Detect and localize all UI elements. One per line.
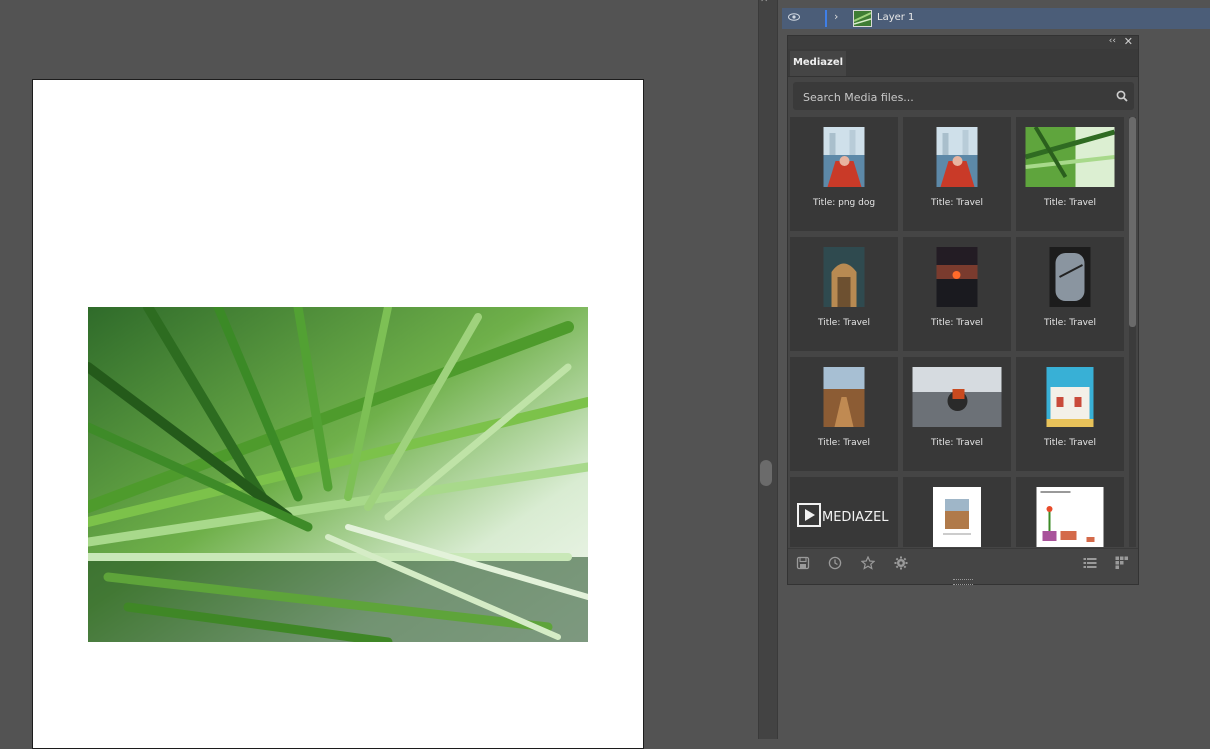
media-title: Title: Travel	[1044, 438, 1096, 448]
media-thumbnail	[1036, 487, 1104, 547]
chevron-right-icon[interactable]: ›	[834, 10, 838, 23]
divider-drag-handle[interactable]	[760, 460, 772, 486]
media-tile[interactable]: MEDIAZEL	[790, 477, 898, 547]
media-thumbnail	[933, 487, 981, 547]
media-title: Title: Travel	[931, 198, 983, 208]
media-thumbnail	[823, 367, 865, 427]
artboard[interactable]	[32, 79, 644, 749]
save-icon[interactable]	[796, 556, 810, 570]
media-title: Title: Travel	[931, 438, 983, 448]
media-tile[interactable]: Title: Travel	[903, 117, 1011, 231]
media-thumbnail	[823, 247, 865, 307]
search-icon[interactable]	[1116, 90, 1128, 102]
media-title: Title: png dog	[812, 198, 876, 208]
media-thumbnail	[1046, 367, 1094, 427]
document-canvas[interactable]	[0, 0, 758, 749]
media-tile[interactable]: Title: Travel	[903, 237, 1011, 351]
media-tile[interactable]: Title: Travel	[790, 357, 898, 471]
media-tile[interactable]: Title: Travel	[903, 357, 1011, 471]
grid-view-icon[interactable]	[1115, 556, 1129, 570]
panel-header: ‹‹ ✕	[788, 35, 1138, 49]
collapse-panel-icon[interactable]: ‹‹	[1109, 36, 1116, 46]
media-tile[interactable]: Title: Travel	[790, 237, 898, 351]
media-thumbnail	[936, 127, 978, 187]
palm-leaves-image	[88, 307, 588, 642]
layer-row[interactable]: › Layer 1	[782, 8, 1210, 29]
media-grid: Title: png dog Title: Travel Title: Trav…	[790, 117, 1128, 547]
media-thumbnail	[912, 367, 1002, 427]
media-tile[interactable]	[903, 477, 1011, 547]
placed-palm-image[interactable]	[88, 307, 588, 642]
close-panel-icon[interactable]: ✕	[1124, 35, 1133, 48]
star-icon[interactable]	[861, 556, 875, 570]
media-tile[interactable]	[1016, 477, 1124, 547]
layer-color-bar	[825, 10, 827, 27]
media-thumbnail	[823, 127, 865, 187]
close-icon[interactable]: ✕	[760, 0, 768, 5]
search-box[interactable]	[793, 82, 1134, 112]
media-tile[interactable]: Title: png dog	[790, 117, 898, 231]
tab-mediazel[interactable]: Mediazel	[790, 51, 846, 76]
media-title: Title: Travel	[1044, 318, 1096, 328]
media-tile[interactable]: Title: Travel	[1016, 357, 1124, 471]
panel-resize-grip[interactable]	[953, 579, 973, 585]
media-title: Title: Travel	[818, 438, 870, 448]
mediazel-panel: ‹‹ ✕ Mediazel Title: png dog Title: Trav…	[787, 35, 1139, 585]
panel-footer	[788, 548, 1138, 577]
mediazel-logo-text: MEDIAZEL	[822, 510, 889, 525]
media-tile[interactable]: Title: Travel	[1016, 117, 1124, 231]
media-thumbnail	[1025, 127, 1115, 187]
history-icon[interactable]	[828, 556, 842, 570]
media-thumbnail: MEDIAZEL	[796, 487, 892, 547]
gear-icon[interactable]	[894, 556, 908, 570]
search-input[interactable]	[793, 82, 1105, 112]
layer-thumbnail	[853, 10, 872, 27]
media-thumbnail	[1049, 247, 1091, 307]
layer-name: Layer 1	[877, 12, 915, 23]
panel-divider[interactable]	[758, 0, 778, 739]
media-title: Title: Travel	[931, 318, 983, 328]
panel-tabbar: Mediazel	[788, 49, 1138, 77]
list-view-icon[interactable]	[1083, 556, 1097, 570]
visibility-eye-icon[interactable]	[788, 13, 800, 21]
media-thumbnail	[936, 247, 978, 307]
grid-scrollbar[interactable]	[1129, 117, 1136, 547]
media-title: Title: Travel	[1044, 198, 1096, 208]
media-title: Title: Travel	[818, 318, 870, 328]
scrollbar-thumb[interactable]	[1129, 117, 1136, 327]
media-tile[interactable]: Title: Travel	[1016, 237, 1124, 351]
